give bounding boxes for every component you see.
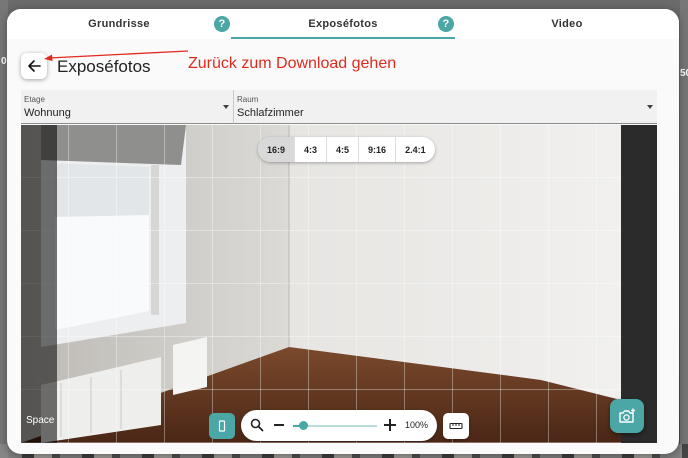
ruler-icon (449, 422, 463, 430)
camera-plus-icon (619, 408, 635, 423)
tab-label: Grundrisse (88, 18, 150, 30)
ratio-2-4-1-button[interactable]: 2.4:1 (396, 137, 435, 162)
zoom-in-button[interactable] (384, 419, 396, 431)
tab-exposefotos[interactable]: Exposéfotos ? (231, 9, 455, 39)
raum-value: Schlafzimmer (237, 107, 304, 119)
tab-label: Video (551, 18, 583, 30)
room-photo (21, 125, 621, 443)
zoom-percentage: 100% (405, 420, 429, 430)
page-title: Exposéfotos (57, 57, 151, 76)
arrow-left-icon (28, 60, 41, 72)
crop-mask-left (21, 125, 57, 443)
photo-editor[interactable]: 16:9 4:3 4:5 9:16 2.4:1 Space 100% (21, 125, 657, 443)
expose-photos-dialog: Grundrisse ? Exposéfotos ? Video Exposéf… (7, 9, 679, 454)
add-photo-button[interactable] (610, 399, 644, 433)
orientation-button[interactable] (209, 413, 235, 439)
tab-label: Exposéfotos (308, 18, 378, 30)
tab-video[interactable]: Video (455, 9, 679, 39)
space-hint: Space (26, 415, 55, 426)
zoom-out-button[interactable] (274, 424, 284, 426)
search-icon (250, 418, 264, 432)
crop-mask-right (621, 125, 657, 443)
tab-bar: Grundrisse ? Exposéfotos ? Video (7, 9, 679, 39)
chevron-down-icon (223, 105, 229, 109)
annotation-text: Zurück zum Download gehen (188, 55, 397, 72)
background-right-text: 50 (680, 68, 688, 79)
ratio-4-5-button[interactable]: 4:5 (327, 137, 360, 162)
zoom-control: 100% (241, 410, 437, 441)
ratio-9-16-button[interactable]: 9:16 (359, 137, 397, 162)
chevron-down-icon (647, 105, 653, 109)
raum-select[interactable]: Raum Schlafzimmer (233, 90, 657, 124)
tab-grundrisse[interactable]: Grundrisse ? (7, 9, 231, 39)
ratio-4-3-button[interactable]: 4:3 (295, 137, 328, 162)
etage-value: Wohnung (24, 107, 71, 119)
etage-label: Etage (24, 95, 45, 104)
measure-button[interactable] (443, 413, 469, 439)
raum-label: Raum (237, 95, 259, 104)
portrait-icon (218, 420, 226, 432)
zoom-slider-thumb[interactable] (299, 421, 309, 430)
help-icon[interactable]: ? (214, 16, 230, 32)
dialog-header: Exposéfotos Zurück zum Download gehen (7, 39, 679, 89)
aspect-ratio-selector: 16:9 4:3 4:5 9:16 2.4:1 (258, 137, 435, 162)
help-icon[interactable]: ? (438, 16, 454, 32)
ratio-16-9-button[interactable]: 16:9 (258, 137, 296, 162)
background-left-text: 0 (1, 56, 7, 67)
zoom-slider[interactable] (293, 421, 377, 430)
etage-select[interactable]: Etage Wohnung (21, 90, 233, 124)
